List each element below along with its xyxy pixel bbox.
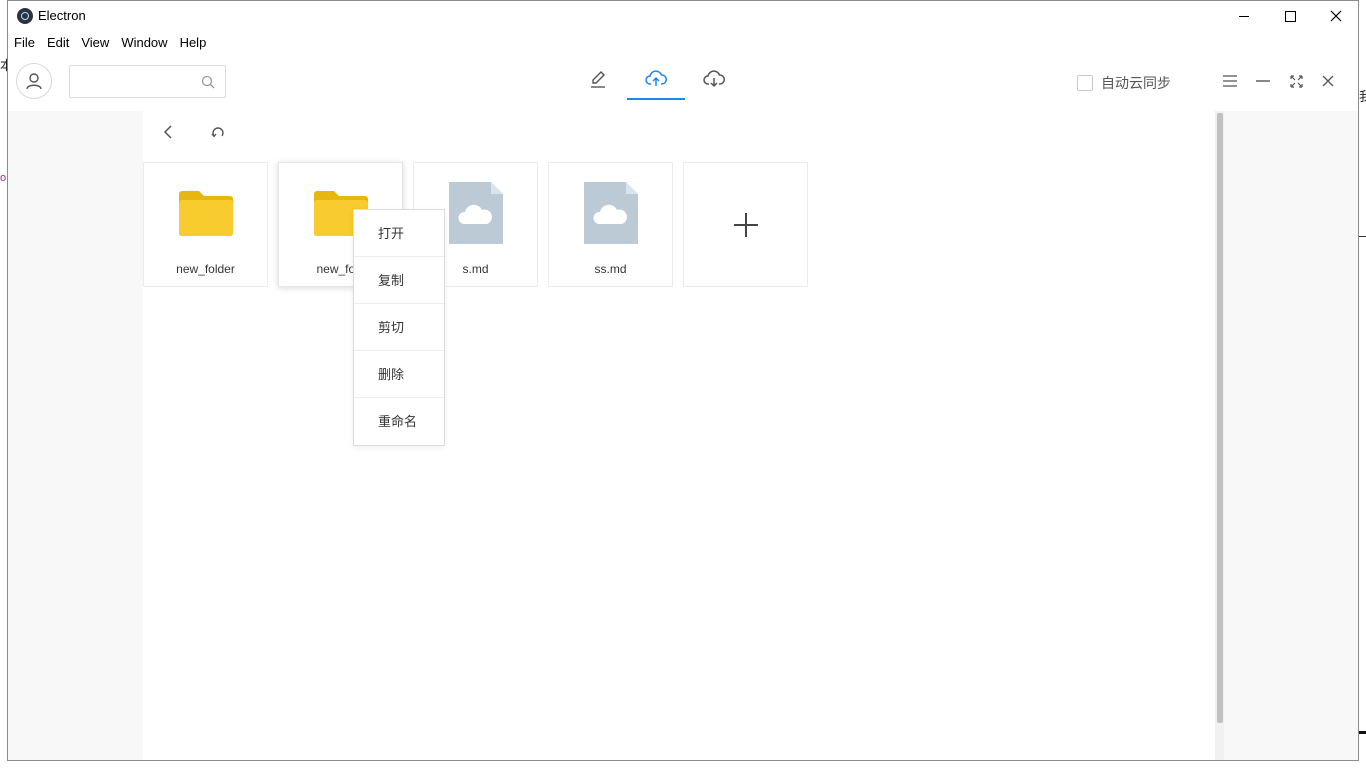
context-menu: 打开 复制 剪切 删除 重命名 — [353, 209, 445, 446]
desktop-divider — [1359, 731, 1366, 734]
minimize-icon — [1256, 80, 1270, 82]
desktop-text-fragment: 我 — [1359, 89, 1366, 104]
app-window: Electron File Edit View Window Help 自动云同… — [7, 0, 1359, 761]
window-title: Electron — [38, 8, 86, 23]
left-gutter — [8, 111, 143, 760]
mode-tabs — [569, 57, 743, 101]
minimize-window-button[interactable] — [1221, 1, 1267, 31]
menu-view[interactable]: View — [76, 35, 114, 50]
autosync-checkbox[interactable] — [1077, 75, 1093, 91]
user-avatar-button[interactable] — [16, 63, 52, 99]
edit-icon — [591, 71, 605, 88]
file-name: s.md — [462, 262, 489, 276]
context-menu-cut[interactable]: 剪切 — [354, 304, 444, 351]
cloud-upload-icon — [645, 70, 667, 86]
search-icon[interactable] — [201, 75, 215, 89]
context-menu-copy[interactable]: 复制 — [354, 257, 444, 304]
file-name: ss.md — [594, 262, 627, 276]
cloud-download-icon — [703, 70, 725, 88]
close-icon — [1322, 75, 1334, 87]
menu-button[interactable] — [1221, 72, 1239, 90]
context-menu-rename[interactable]: 重命名 — [354, 398, 444, 445]
menu-help[interactable]: Help — [175, 35, 212, 50]
right-gutter — [1222, 111, 1358, 760]
app-fullscreen-button[interactable] — [1287, 72, 1305, 90]
search-box — [69, 65, 226, 98]
menu-window[interactable]: Window — [116, 35, 172, 50]
autosync-label: 自动云同步 — [1101, 75, 1171, 91]
fullscreen-icon — [1289, 74, 1303, 88]
desktop-divider — [1359, 236, 1366, 237]
hamburger-menu-icon — [1223, 75, 1237, 87]
chevron-left-icon — [163, 125, 172, 139]
folder-icon — [178, 182, 233, 244]
file-name: new_folder — [176, 262, 235, 276]
tab-cloud-upload[interactable] — [627, 57, 685, 101]
app-minimize-button[interactable] — [1254, 72, 1272, 90]
cloud-file-icon — [448, 182, 503, 244]
context-menu-delete[interactable]: 删除 — [354, 351, 444, 398]
menu-bar: File Edit View Window Help — [8, 31, 1358, 53]
context-menu-open[interactable]: 打开 — [354, 210, 444, 257]
tab-edit[interactable] — [569, 57, 627, 101]
app-close-button[interactable] — [1319, 72, 1337, 90]
electron-logo-icon — [17, 8, 33, 24]
add-file-button[interactable] — [683, 162, 808, 287]
search-input[interactable] — [70, 66, 190, 97]
maximize-icon — [1284, 10, 1296, 22]
menu-edit[interactable]: Edit — [42, 35, 74, 50]
scrollbar-thumb[interactable] — [1217, 113, 1223, 723]
menu-file[interactable]: File — [9, 35, 40, 50]
close-window-button[interactable] — [1313, 1, 1358, 31]
close-icon — [1330, 10, 1342, 22]
user-icon — [26, 73, 42, 90]
back-button[interactable] — [158, 122, 178, 142]
plus-icon — [733, 212, 758, 237]
autosync-option[interactable]: 自动云同步 — [1077, 73, 1171, 93]
tab-cloud-download[interactable] — [685, 57, 743, 101]
desktop-text-fragment: o — [0, 172, 7, 184]
cloud-file-icon — [583, 182, 638, 244]
minimize-icon — [1239, 15, 1249, 17]
title-bar: Electron — [8, 1, 1358, 31]
file-tile[interactable]: ss.md — [548, 162, 673, 287]
refresh-button[interactable] — [208, 122, 228, 142]
file-tile[interactable]: new_folder — [143, 162, 268, 287]
maximize-window-button[interactable] — [1267, 1, 1313, 31]
refresh-icon — [211, 127, 224, 138]
